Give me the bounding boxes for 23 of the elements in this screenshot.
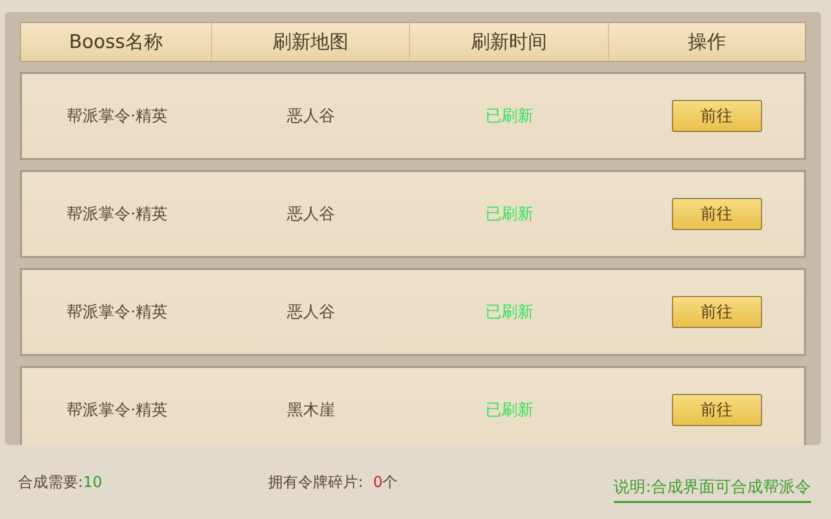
- owned-count: 0个: [373, 472, 398, 492]
- refresh-status: 已刷新: [484, 204, 534, 224]
- go-button[interactable]: 前往: [672, 198, 762, 230]
- go-button[interactable]: 前往: [672, 100, 762, 132]
- column-header: Booss名称: [68, 30, 164, 55]
- go-button[interactable]: 前往: [672, 296, 762, 328]
- owned-label: 拥有令牌碎片:: [268, 473, 364, 491]
- boss-name: 帮派掌令·精英: [65, 204, 169, 224]
- column-header: 操作: [608, 23, 805, 61]
- column-header: 刷新地图: [211, 23, 409, 61]
- boss-name: 帮派掌令·精英: [65, 302, 169, 322]
- map-name: 恶人谷: [286, 106, 336, 126]
- refresh-status: 已刷新: [484, 400, 534, 420]
- required-count: 合成需要:10: [18, 472, 102, 492]
- boss-name: 帮派掌令·精英: [65, 106, 169, 126]
- go-button[interactable]: 前往: [672, 394, 762, 426]
- refresh-status: 已刷新: [484, 106, 534, 126]
- map-name: 恶人谷: [286, 302, 336, 322]
- refresh-status: 已刷新: [484, 302, 534, 322]
- boss-name: 帮派掌令·精英: [65, 400, 169, 420]
- column-header: 刷新时间: [409, 23, 608, 61]
- map-name: 恶人谷: [286, 204, 336, 224]
- map-name: 黑木崖: [286, 400, 336, 420]
